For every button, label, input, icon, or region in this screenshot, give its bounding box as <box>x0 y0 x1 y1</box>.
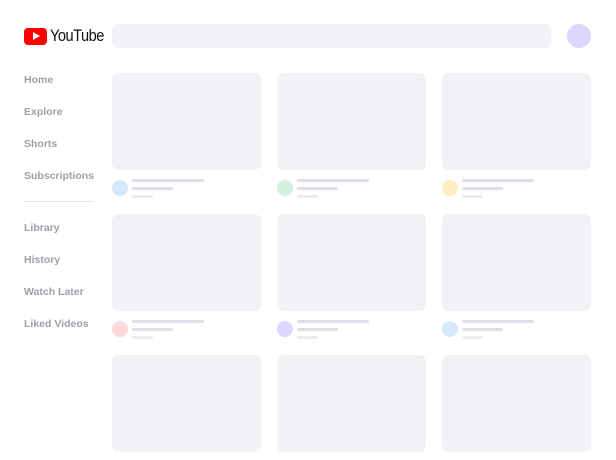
sidebar-item-explore[interactable]: Explore <box>24 105 63 119</box>
sidebar-item-history[interactable]: History <box>24 253 60 267</box>
video-thumbnail[interactable] <box>112 355 261 452</box>
sidebar-item-home[interactable]: Home <box>24 73 53 87</box>
sidebar-item-library[interactable]: Library <box>24 221 60 235</box>
video-thumbnail[interactable] <box>442 355 591 452</box>
video-meta-placeholder <box>462 336 483 339</box>
channel-avatar[interactable] <box>277 321 293 337</box>
video-thumbnail[interactable] <box>112 214 261 311</box>
channel-avatar[interactable] <box>277 180 293 196</box>
video-title-placeholder <box>297 320 369 323</box>
sidebar-item-subscriptions[interactable]: Subscriptions <box>24 169 94 183</box>
video-thumbnail[interactable] <box>277 214 426 311</box>
channel-avatar[interactable] <box>112 180 128 196</box>
video-meta-placeholder <box>132 195 153 198</box>
sidebar-item-watch-later[interactable]: Watch Later <box>24 285 84 299</box>
video-meta-placeholder <box>297 195 318 198</box>
video-title-placeholder <box>462 320 534 323</box>
youtube-app: YouTube Home Explore Shorts Subscription… <box>0 0 616 460</box>
channel-avatar[interactable] <box>112 321 128 337</box>
logo-wordmark: YouTube <box>50 26 104 45</box>
avatar[interactable] <box>567 24 591 48</box>
video-thumbnail[interactable] <box>277 73 426 170</box>
sidebar-item-shorts[interactable]: Shorts <box>24 137 57 151</box>
sidebar-divider <box>24 201 94 202</box>
video-title-placeholder <box>132 320 204 323</box>
video-thumbnail[interactable] <box>442 73 591 170</box>
video-thumbnail[interactable] <box>442 214 591 311</box>
video-meta-placeholder <box>132 336 153 339</box>
search-input[interactable] <box>112 24 551 48</box>
channel-name-placeholder <box>462 328 503 331</box>
video-title-placeholder <box>132 179 204 182</box>
video-meta-placeholder <box>297 336 318 339</box>
video-meta-placeholder <box>462 195 483 198</box>
channel-name-placeholder <box>132 328 173 331</box>
video-title-placeholder <box>462 179 534 182</box>
channel-avatar[interactable] <box>442 180 458 196</box>
channel-avatar[interactable] <box>442 321 458 337</box>
video-thumbnail[interactable] <box>277 355 426 452</box>
channel-name-placeholder <box>297 328 338 331</box>
video-thumbnail[interactable] <box>112 73 261 170</box>
channel-name-placeholder <box>297 187 338 190</box>
channel-name-placeholder <box>132 187 173 190</box>
channel-name-placeholder <box>462 187 503 190</box>
youtube-logo[interactable]: YouTube <box>24 27 113 45</box>
sidebar-item-liked-videos[interactable]: Liked Videos <box>24 317 89 331</box>
youtube-play-icon <box>24 27 47 45</box>
video-title-placeholder <box>297 179 369 182</box>
